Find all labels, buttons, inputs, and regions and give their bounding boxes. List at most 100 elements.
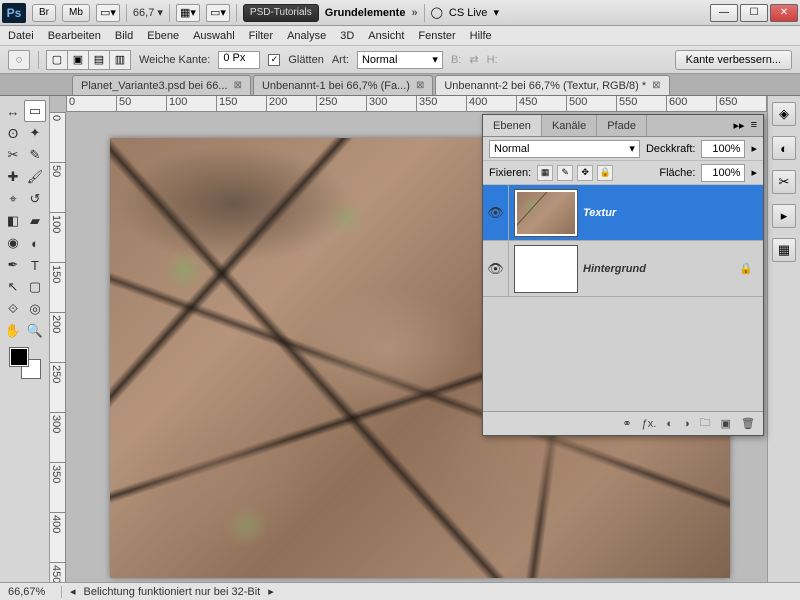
tab-kanaele[interactable]: Kanäle: [542, 115, 597, 136]
panel-collapse-icon[interactable]: ▸▸: [734, 119, 745, 132]
close-tab-icon[interactable]: ⊠: [652, 80, 660, 91]
history-brush-tool[interactable]: ↺: [24, 188, 46, 210]
heal-tool[interactable]: ✚: [2, 166, 24, 188]
feather-input[interactable]: 0 Px: [218, 51, 260, 69]
ruler-horizontal[interactable]: 0501001502002503003504004505005506006507…: [66, 96, 767, 112]
title-zoom[interactable]: 66,7 ▾: [133, 6, 163, 19]
status-zoom[interactable]: 66,67%: [8, 586, 62, 598]
layer-row[interactable]: 👁 Textur: [483, 185, 763, 241]
layer-name[interactable]: Hintergrund: [583, 263, 646, 275]
menu-analyse[interactable]: Analyse: [287, 30, 326, 42]
eraser-tool[interactable]: ◧: [2, 210, 24, 232]
gradient-tool[interactable]: ▰: [24, 210, 46, 232]
menu-bearbeiten[interactable]: Bearbeiten: [48, 30, 101, 42]
selection-new[interactable]: ▢: [46, 50, 68, 70]
workspace-more[interactable]: »: [411, 7, 417, 19]
visibility-toggle[interactable]: 👁: [483, 241, 509, 296]
menu-hilfe[interactable]: Hilfe: [470, 30, 492, 42]
close-button[interactable]: ✕: [770, 4, 798, 22]
lock-transparency-icon[interactable]: ▦: [537, 165, 553, 181]
document-tab[interactable]: Planet_Variante3.psd bei 66...⊠: [72, 75, 251, 95]
layers-panel[interactable]: Ebenen Kanäle Pfade ▸▸≡ Normal▾ Deckkraf…: [482, 114, 764, 436]
bridge-button[interactable]: Br: [32, 4, 56, 22]
cslive-button[interactable]: CS Live: [449, 7, 488, 19]
tool-preset[interactable]: ◌: [8, 50, 30, 70]
workspace-name[interactable]: Grundelemente: [325, 7, 406, 19]
view-extras-button[interactable]: ▦▾: [176, 4, 200, 22]
antialias-checkbox[interactable]: ✓: [268, 54, 280, 66]
history-panel-icon[interactable]: ▸: [772, 204, 796, 228]
stamp-tool[interactable]: ⌖: [2, 188, 24, 210]
path-tool[interactable]: ↖: [2, 276, 24, 298]
color-swatches[interactable]: [2, 348, 47, 378]
blend-mode-select[interactable]: Normal▾: [489, 140, 640, 158]
workspace-psd-tutorials[interactable]: PSD-Tutorials: [243, 4, 319, 22]
menu-datei[interactable]: Datei: [8, 30, 34, 42]
layer-thumbnail[interactable]: [515, 190, 577, 236]
tab-pfade[interactable]: Pfade: [597, 115, 647, 136]
visibility-toggle[interactable]: 👁: [483, 185, 509, 240]
menu-fenster[interactable]: Fenster: [418, 30, 455, 42]
type-tool[interactable]: T: [24, 254, 46, 276]
lock-all-icon[interactable]: 🔒: [597, 165, 613, 181]
cslive-icon[interactable]: ◯: [431, 6, 443, 19]
minimize-button[interactable]: —: [710, 4, 738, 22]
close-tab-icon[interactable]: ⊠: [234, 80, 242, 91]
menu-filter[interactable]: Filter: [249, 30, 273, 42]
minibridge-button[interactable]: Mb: [62, 4, 90, 22]
pen-tool[interactable]: ✒: [2, 254, 24, 276]
maximize-button[interactable]: ☐: [740, 4, 768, 22]
refine-edge-button[interactable]: Kante verbessern...: [675, 50, 792, 70]
dodge-tool[interactable]: ◐: [24, 232, 46, 254]
lock-position-icon[interactable]: ✥: [577, 165, 593, 181]
marquee-tool[interactable]: ▭: [24, 100, 46, 122]
eyedropper-tool[interactable]: ✎: [24, 144, 46, 166]
actions-panel-icon[interactable]: ▦: [772, 238, 796, 262]
move-tool[interactable]: ↔: [2, 100, 24, 122]
3d-camera-tool[interactable]: ◎: [24, 298, 46, 320]
selection-intersect[interactable]: ▥: [109, 50, 131, 70]
layer-mask-icon[interactable]: ◐: [666, 418, 673, 430]
link-layers-icon[interactable]: ⚭: [622, 417, 631, 430]
selection-add[interactable]: ▣: [67, 50, 89, 70]
status-prev-icon[interactable]: ◂: [70, 585, 76, 598]
layer-row[interactable]: 👁 Hintergrund 🔒: [483, 241, 763, 297]
delete-layer-icon[interactable]: 🗑: [741, 417, 755, 430]
art-select[interactable]: Normal▾: [357, 51, 443, 69]
adjustments-panel-icon[interactable]: ◐: [772, 136, 796, 160]
menu-ansicht[interactable]: Ansicht: [368, 30, 404, 42]
menu-auswahl[interactable]: Auswahl: [193, 30, 235, 42]
menu-bild[interactable]: Bild: [115, 30, 133, 42]
lasso-tool[interactable]: ʘ: [2, 122, 24, 144]
zoom-tool[interactable]: 🔍: [24, 320, 46, 342]
panel-menu-icon[interactable]: ≡: [751, 119, 757, 132]
crop-tool[interactable]: ✂: [2, 144, 24, 166]
screen-mode-button[interactable]: ▭▾: [96, 4, 120, 22]
layers-panel-icon[interactable]: ◈: [772, 102, 796, 126]
adjustment-layer-icon[interactable]: ◑: [683, 418, 690, 430]
new-layer-icon[interactable]: ▣: [721, 417, 731, 430]
layer-name[interactable]: Textur: [583, 207, 616, 219]
status-next-icon[interactable]: ▸: [268, 585, 274, 598]
cslive-drop[interactable]: ▾: [493, 6, 499, 19]
menu-3d[interactable]: 3D: [340, 30, 354, 42]
shape-tool[interactable]: ▢: [24, 276, 46, 298]
brush-tool[interactable]: 🖌: [24, 166, 46, 188]
arrange-button[interactable]: ▭▾: [206, 4, 230, 22]
hand-tool[interactable]: ✋: [2, 320, 24, 342]
opacity-input[interactable]: 100%: [701, 140, 745, 158]
3d-tool[interactable]: ⟐: [2, 298, 24, 320]
blur-tool[interactable]: ◉: [2, 232, 24, 254]
selection-subtract[interactable]: ▤: [88, 50, 110, 70]
fill-flyout[interactable]: ▸: [751, 166, 757, 179]
styles-panel-icon[interactable]: ✂: [772, 170, 796, 194]
opacity-flyout[interactable]: ▸: [751, 142, 757, 155]
fill-input[interactable]: 100%: [701, 164, 745, 182]
foreground-color[interactable]: [10, 348, 28, 366]
wand-tool[interactable]: ✦: [24, 122, 46, 144]
group-icon[interactable]: 🗀: [700, 414, 711, 433]
layer-thumbnail[interactable]: [515, 246, 577, 292]
layer-fx-icon[interactable]: ƒx.: [642, 418, 657, 430]
menu-ebene[interactable]: Ebene: [147, 30, 179, 42]
ruler-vertical[interactable]: 050100150200250300350400450500: [50, 112, 66, 582]
